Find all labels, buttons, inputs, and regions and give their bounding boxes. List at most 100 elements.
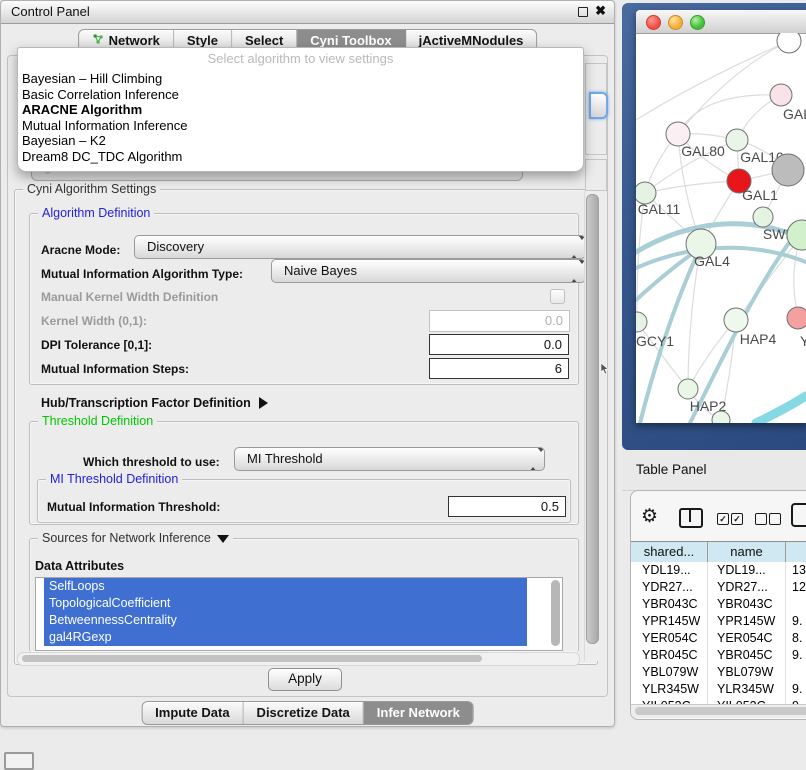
apply-button[interactable]: Apply: [268, 668, 342, 691]
list-scrollbar-thumb[interactable]: [551, 580, 560, 646]
attribute-item-betweennesscentrality[interactable]: BetweennessCentrality: [44, 612, 527, 629]
minimized-panel-icon[interactable]: [4, 752, 34, 770]
network-node-gal[interactable]: [770, 84, 792, 106]
table-cell: YPR145W: [708, 613, 786, 630]
gear-icon[interactable]: ⚙: [641, 505, 658, 528]
zoom-window-icon[interactable]: [690, 15, 705, 30]
dpi-tolerance-label: DPI Tolerance [0,1]:: [41, 338, 152, 352]
settings-hscrollbar[interactable]: [17, 652, 580, 666]
table-body: YDL19...YDL19...13YDR27...YDR27...12YBR0…: [631, 562, 806, 704]
threshold-definition-title: Threshold Definition: [38, 414, 157, 428]
table-row[interactable]: YBR045CYBR045C9.: [631, 647, 806, 664]
network-node-label: GAL1: [742, 187, 778, 203]
table-cell: YBR045C: [631, 647, 708, 664]
algorithm-dropdown-popup: Select algorithm to view settings Bayesi…: [17, 47, 584, 172]
checked-checkbox-icon[interactable]: ✓: [731, 513, 743, 525]
network-node-hap2[interactable]: [678, 379, 698, 399]
hub-definition-toggle[interactable]: Hub/Transcription Factor Definition: [41, 396, 268, 410]
mi-threshold-definition-title: MI Threshold Definition: [46, 472, 182, 486]
network-node-gcy1[interactable]: [636, 312, 647, 332]
aracne-mode-label: Aracne Mode:: [41, 239, 120, 261]
dpi-tolerance-input[interactable]: 0.0: [429, 334, 569, 355]
tab-impute-data[interactable]: Impute Data: [142, 702, 243, 724]
table-row[interactable]: YBR043CYBR043C: [631, 596, 806, 613]
table-row[interactable]: YBL079WYBL079W: [631, 664, 806, 681]
float-panel-icon[interactable]: [578, 7, 588, 17]
mouse-cursor: [600, 363, 610, 375]
unchecked-checkbox-icon[interactable]: [769, 513, 781, 525]
close-window-icon[interactable]: [646, 15, 661, 30]
table-cell: 9.: [786, 647, 806, 664]
network-window-frame: GALGAL80GAL10GAL1GAL11SWI4GAL4GCY1HAP4YH…: [622, 3, 806, 450]
kernel-width-input[interactable]: 0.0: [429, 310, 570, 332]
mi-type-select[interactable]: Naive Bayes: [271, 259, 586, 283]
algorithm-definition-title: Algorithm Definition: [38, 206, 154, 220]
kernel-width-label: Kernel Width (0,1):: [41, 314, 147, 328]
column-header-shared[interactable]: shared...: [631, 542, 708, 563]
attribute-item-gal4rgexp[interactable]: gal4RGexp: [44, 629, 527, 646]
which-threshold-select[interactable]: MI Threshold: [234, 447, 545, 471]
table-cell: YBR043C: [631, 596, 708, 613]
column-header-name[interactable]: name: [708, 542, 786, 563]
settings-vscrollbar[interactable]: [584, 191, 599, 661]
table-hscrollbar[interactable]: [631, 704, 806, 718]
table-cell: YDR27...: [631, 579, 708, 596]
network-node-label: HAP4: [740, 331, 777, 347]
network-node-hap4[interactable]: [724, 308, 748, 332]
tab-discretize-data[interactable]: Discretize Data: [244, 702, 364, 724]
table-cell: YDL19...: [631, 562, 708, 579]
table-cell: YPR145W: [631, 613, 708, 630]
control-panel-titlebar: Control Panel ✖: [1, 1, 614, 24]
mi-steps-input[interactable]: 6: [429, 358, 569, 379]
focused-combo-fragment[interactable]: [589, 92, 608, 119]
aracne-mode-select[interactable]: Discovery: [134, 235, 586, 259]
algorithm-option-bayesian-k2[interactable]: Bayesian – K2: [18, 133, 583, 149]
table-cell: 13: [786, 562, 806, 579]
column-header-cut[interactable]: [786, 542, 806, 563]
data-attributes-list[interactable]: SelfLoopsTopologicalCoefficientBetweenne…: [35, 577, 563, 651]
network-node-gal10[interactable]: [726, 129, 748, 151]
network-node[interactable]: [787, 220, 806, 250]
network-canvas[interactable]: GALGAL80GAL10GAL1GAL11SWI4GAL4GCY1HAP4YH…: [636, 33, 806, 423]
network-window: GALGAL80GAL10GAL1GAL11SWI4GAL4GCY1HAP4YH…: [636, 10, 806, 423]
table-function-icon[interactable]: [791, 503, 806, 527]
columns-icon[interactable]: [679, 508, 703, 528]
close-panel-icon[interactable]: ✖: [595, 3, 606, 19]
algorithm-dropdown-prompt: Select algorithm to view settings: [18, 48, 583, 71]
network-node-y[interactable]: [787, 307, 806, 329]
table-cell: YBR043C: [708, 596, 786, 613]
network-node-label: Y: [800, 333, 806, 349]
algorithm-option-mutual-information-inference[interactable]: Mutual Information Inference: [18, 118, 583, 134]
minimize-window-icon[interactable]: [668, 15, 683, 30]
table-panel: ⚙ ✓ ✓ shared...name YDL19...YDL19...13YD…: [630, 490, 806, 720]
table-row[interactable]: YDR27...YDR27...12: [631, 579, 806, 596]
table-row[interactable]: YPR145WYPR145W9.: [631, 613, 806, 630]
attribute-item-selfloops[interactable]: SelfLoops: [44, 578, 527, 595]
algorithm-option-basic-correlation-inference[interactable]: Basic Correlation Inference: [18, 87, 583, 103]
attribute-item-topologicalcoefficient[interactable]: TopologicalCoefficient: [44, 595, 527, 612]
table-hscrollbar-thumb[interactable]: [635, 707, 806, 715]
settings-hscrollbar-thumb[interactable]: [22, 655, 482, 662]
algorithm-option-aracne-algorithm[interactable]: ARACNE Algorithm: [18, 102, 583, 118]
sources-title[interactable]: Sources for Network Inference: [38, 531, 233, 545]
table-row[interactable]: YDL19...YDL19...13: [631, 562, 806, 579]
settings-vscrollbar-thumb[interactable]: [586, 194, 599, 644]
network-node-swi4[interactable]: [753, 207, 773, 227]
table-cell: 8.: [786, 630, 806, 647]
network-edge: [636, 41, 789, 120]
table-cell: 9.: [786, 681, 806, 698]
network-window-titlebar[interactable]: [636, 10, 806, 34]
tab-infer-network[interactable]: Infer Network: [364, 702, 473, 724]
algorithm-option-bayesian-hill-climbing[interactable]: Bayesian – Hill Climbing: [18, 71, 583, 87]
algorithm-option-dream8-dc-tdc-algorithm[interactable]: Dream8 DC_TDC Algorithm: [18, 149, 583, 165]
table-row[interactable]: YER054CYER054C8.: [631, 630, 806, 647]
mi-type-label: Mutual Information Algorithm Type:: [41, 263, 243, 285]
manual-kernel-checkbox[interactable]: [550, 289, 565, 304]
network-node[interactable]: [777, 33, 801, 53]
mi-threshold-input[interactable]: 0.5: [448, 496, 566, 517]
checked-checkbox-icon[interactable]: ✓: [717, 513, 729, 525]
table-row[interactable]: YLR345WYLR345W9.: [631, 681, 806, 698]
network-node-gal1[interactable]: [772, 154, 804, 186]
table-cell: YBL079W: [708, 664, 786, 681]
unchecked-checkbox-icon[interactable]: [755, 513, 767, 525]
